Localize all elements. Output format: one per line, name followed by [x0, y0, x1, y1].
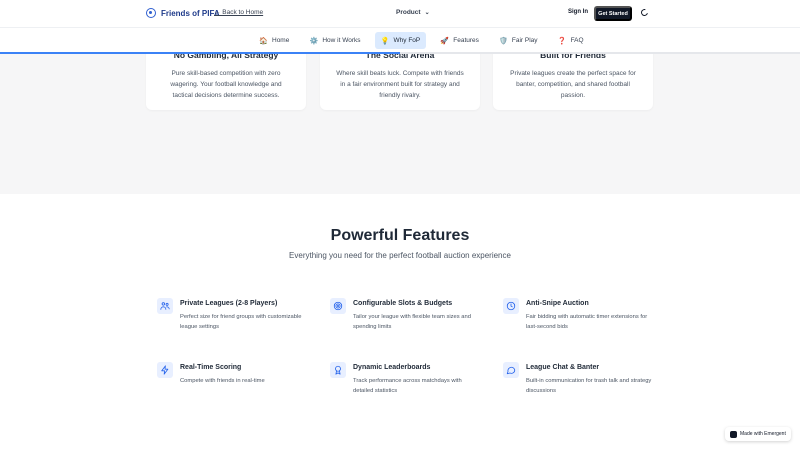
- features-subtitle: Everything you need for the perfect foot…: [289, 251, 511, 260]
- product-menu-label: Product: [396, 9, 421, 16]
- tab-label: Features: [453, 37, 479, 44]
- moon-icon: [639, 7, 650, 18]
- tab-label: FAQ: [570, 37, 584, 44]
- chat-icon: [503, 362, 519, 378]
- feature-title: Dynamic Leaderboards: [353, 364, 431, 371]
- feature-title: League Chat & Banter: [526, 364, 600, 371]
- target-icon: [330, 298, 346, 314]
- feature-description: Track performance across matchdays with …: [353, 378, 462, 394]
- gear-icon: ⚙️: [309, 37, 319, 45]
- feature-description: Tailor your league with flexible team si…: [353, 314, 471, 330]
- award-icon: [330, 362, 346, 378]
- feature-description: Fair bidding with automatic timer extens…: [526, 314, 648, 330]
- house-icon: 🏠: [259, 37, 268, 45]
- tab-how-it-works[interactable]: ⚙️ How it Works: [303, 32, 366, 49]
- lightning-icon: [157, 362, 173, 378]
- shield-icon: 🛡️: [499, 37, 508, 45]
- made-with-label: Made with Emergent: [740, 431, 786, 437]
- feature-description: Perfect size for friend groups with cust…: [180, 314, 302, 330]
- brand-link[interactable]: Friends of PIFA: [146, 8, 220, 18]
- top-header: Friends of PIFA ← Back to Home Product ⌄…: [0, 0, 800, 27]
- tab-features[interactable]: 🚀 Features: [434, 32, 485, 49]
- tab-label: How it Works: [322, 37, 361, 44]
- scroll-progress-bar: [0, 52, 800, 54]
- chevron-down-icon: ⌄: [424, 10, 430, 16]
- question-icon: ❓: [557, 37, 567, 45]
- brand-name: Friends of PIFA: [161, 8, 220, 18]
- theme-toggle-button[interactable]: [639, 7, 650, 18]
- card-description: Pure skill-based competition with zero w…: [170, 70, 282, 99]
- emergent-logo-icon: [730, 430, 737, 438]
- get-started-button[interactable]: Get Started: [594, 6, 632, 21]
- tab-why-fop[interactable]: 💡 Why FoP: [374, 32, 427, 49]
- card-description: Private leagues create the perfect space…: [510, 70, 636, 99]
- lightbulb-icon: 💡: [380, 37, 390, 45]
- card-description: Where skill beats luck. Compete with fri…: [336, 70, 464, 99]
- section-nav: 🏠 Home ⚙️ How it Works 💡 Why FoP 🚀 Features 🛡️ Fa…: [0, 27, 800, 54]
- soccer-ball-icon: [146, 8, 156, 18]
- tab-label: Home: [272, 37, 290, 44]
- sign-in-button[interactable]: Sign In: [568, 9, 588, 15]
- feature-description: Built-in communication for trash talk an…: [526, 378, 652, 394]
- back-to-home-link[interactable]: ← Back to Home: [214, 9, 263, 16]
- rocket-icon: 🚀: [440, 37, 450, 45]
- tab-label: Why FoP: [393, 37, 421, 44]
- clock-icon: [503, 298, 519, 314]
- feature-title: Private Leagues (2-8 Players): [180, 300, 278, 307]
- tab-home[interactable]: 🏠 Home: [253, 32, 295, 49]
- users-icon: [157, 298, 173, 314]
- features-title: Powerful Features: [330, 227, 470, 244]
- feature-description: Compete with friends in real-time: [180, 378, 265, 384]
- product-menu-button[interactable]: Product ⌄: [396, 9, 430, 16]
- tab-faq[interactable]: ❓ FAQ: [552, 32, 590, 49]
- tab-label: Fair Play: [511, 37, 538, 44]
- made-with-badge[interactable]: Made with Emergent: [725, 427, 791, 441]
- feature-title: Real-Time Scoring: [180, 364, 242, 371]
- tab-fair-play[interactable]: 🛡️ Fair Play: [493, 32, 544, 49]
- scroll-progress-fill: [0, 52, 400, 54]
- feature-title: Configurable Slots & Budgets: [353, 300, 453, 307]
- feature-title: Anti-Snipe Auction: [526, 300, 589, 307]
